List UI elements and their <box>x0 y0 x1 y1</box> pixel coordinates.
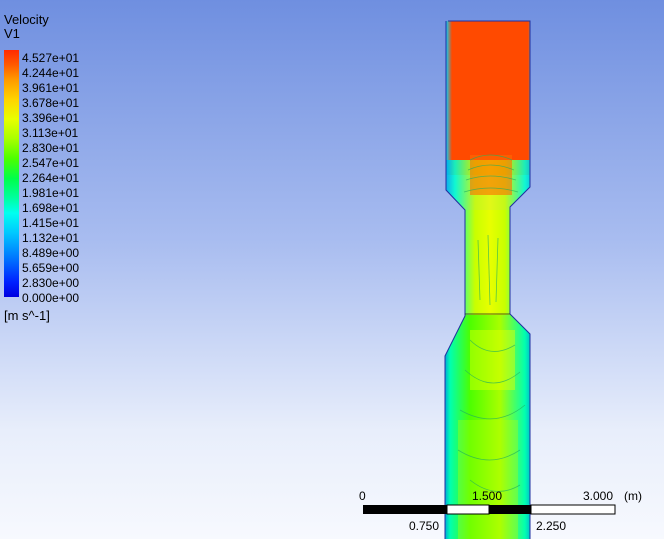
scale-label-0: 0 <box>359 489 366 503</box>
flow-domain <box>363 20 616 539</box>
scale-label-3000: 3.000 <box>583 489 614 503</box>
scale-bar <box>363 504 616 515</box>
scale-unit: (m) <box>624 489 642 503</box>
scale-label-2250: 2.250 <box>536 519 567 533</box>
upper-section-field <box>445 21 530 175</box>
scale-label-0750: 0.750 <box>409 519 440 533</box>
scale-label-1500: 1.500 <box>472 489 503 503</box>
